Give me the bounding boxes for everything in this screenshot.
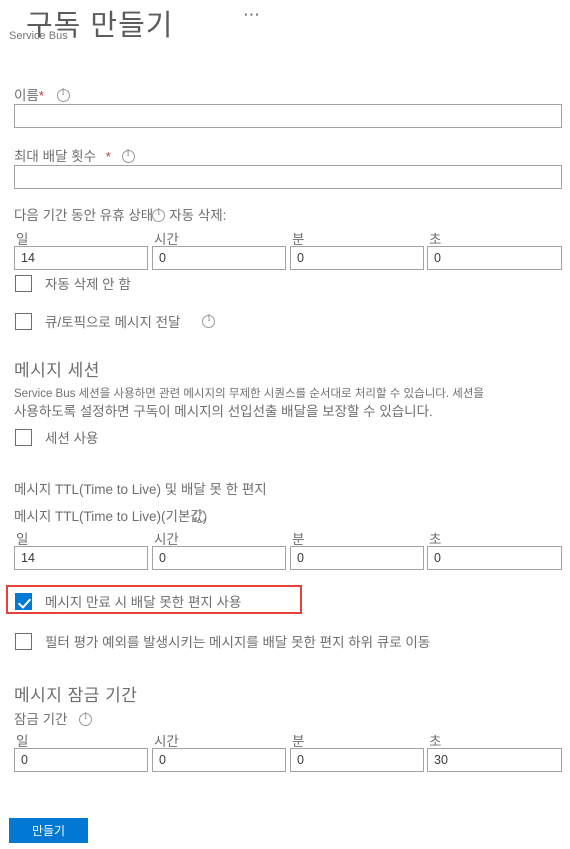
info-icon[interactable]	[152, 207, 166, 222]
lock-hours-input[interactable]	[152, 748, 286, 772]
page-subtitle: Service Bus	[9, 30, 68, 42]
dead-letter-filter-checkbox-row[interactable]: 필터 평가 예외를 발생시키는 메시지를 배달 못한 편지 하위 큐로 이동	[15, 631, 430, 651]
message-ttl-sub-label: 메시지 TTL(Time to Live)(기본값)	[14, 505, 208, 525]
lock-col-minute-label: 분	[292, 734, 305, 749]
auto-delete-col-day-label: 일	[16, 232, 29, 247]
max-delivery-count-input[interactable]	[14, 165, 562, 189]
auto-delete-col-second-label: 초	[429, 232, 442, 247]
auto-delete-days-input[interactable]	[14, 246, 148, 270]
ttl-seconds-input[interactable]	[427, 546, 562, 570]
max-delivery-count-label: 최대 배달 횟수 *	[14, 145, 135, 165]
message-ttl-sub-label-text: 메시지 TTL(Time to Live)(기본값)	[14, 509, 208, 524]
never-auto-delete-checkbox[interactable]	[15, 274, 32, 292]
forward-messages-checkbox[interactable]	[15, 312, 32, 330]
max-delivery-required-star: *	[105, 149, 111, 164]
message-sessions-description: Service Bus 세션을 사용하면 관련 메시지의 무제한 시퀀스를 순서…	[14, 386, 549, 422]
message-sessions-heading: 메시지 세션	[14, 361, 100, 380]
dead-letter-expiration-checkbox-row[interactable]: 메시지 만료 시 배달 못한 편지 사용	[15, 591, 241, 611]
ttl-col-second-label: 초	[429, 532, 442, 547]
auto-delete-seconds-input[interactable]	[427, 246, 562, 270]
ttl-col-day-label: 일	[16, 532, 29, 547]
lock-col-second-label: 초	[429, 734, 442, 749]
dead-letter-expiration-checkbox[interactable]	[15, 592, 32, 610]
dead-letter-filter-checkbox[interactable]	[15, 632, 32, 650]
page-header: 구독 만들기 Service Bus ⋯	[0, 0, 570, 62]
message-sessions-description-line1: Service Bus 세션을 사용하면 관련 메시지의 무제한 시퀀스를 순서…	[14, 388, 484, 400]
lock-col-day-label: 일	[16, 734, 29, 749]
never-auto-delete-checkbox-row[interactable]: 자동 삭제 안 함	[15, 273, 131, 293]
ttl-col-hour-label: 시간	[154, 532, 179, 547]
max-delivery-count-label-text: 최대 배달 횟수	[14, 149, 97, 164]
more-options-icon[interactable]: ⋯	[243, 6, 261, 23]
auto-delete-col-hour-label: 시간	[154, 232, 179, 247]
name-required-star: *	[38, 88, 44, 103]
lock-seconds-input[interactable]	[427, 748, 562, 772]
never-auto-delete-label: 자동 삭제 안 함	[45, 277, 131, 292]
auto-delete-idle-label-suffix: 자동 삭제:	[169, 208, 227, 223]
enable-sessions-checkbox-row[interactable]: 세션 사용	[15, 427, 98, 447]
lock-col-hour-label: 시간	[154, 734, 179, 749]
dead-letter-expiration-label: 메시지 만료 시 배달 못한 편지 사용	[45, 595, 242, 610]
ttl-days-input[interactable]	[14, 546, 148, 570]
message-sessions-description-line2: 사용하도록 설정하면 구독이 메시지의 선입선출 배달을 보장할 수 있습니다.	[14, 404, 433, 419]
ttl-minutes-input[interactable]	[290, 546, 424, 570]
message-lock-heading: 메시지 잠금 기간	[14, 686, 138, 705]
info-icon[interactable]	[121, 148, 135, 163]
auto-delete-col-minute-label: 분	[292, 232, 305, 247]
info-icon[interactable]	[79, 711, 93, 726]
ttl-hours-input[interactable]	[152, 546, 286, 570]
ttl-col-minute-label: 분	[292, 532, 305, 547]
create-button[interactable]: 만들기	[9, 818, 88, 843]
info-icon[interactable]	[202, 313, 216, 328]
enable-sessions-label: 세션 사용	[45, 431, 99, 446]
message-lock-sub-label-text: 잠금 기간	[14, 712, 68, 727]
enable-sessions-checkbox[interactable]	[15, 428, 32, 446]
message-ttl-heading: 메시지 TTL(Time to Live) 및 배달 못 한 편지	[14, 482, 267, 497]
lock-minutes-input[interactable]	[290, 748, 424, 772]
auto-delete-minutes-input[interactable]	[290, 246, 424, 270]
name-input[interactable]	[14, 104, 562, 128]
auto-delete-idle-label: 다음 기간 동안 유휴 상태 자동 삭제:	[14, 204, 226, 224]
forward-messages-label: 큐/토픽으로 메시지 전달	[45, 315, 181, 330]
lock-days-input[interactable]	[14, 748, 148, 772]
name-label-text: 이름	[14, 88, 39, 103]
create-subscription-page: 구독 만들기 Service Bus ⋯ 이름* 최대 배달 횟수 * 다음 기…	[0, 0, 570, 849]
info-icon[interactable]	[56, 87, 70, 102]
auto-delete-hours-input[interactable]	[152, 246, 286, 270]
message-lock-sub-label: 잠금 기간	[14, 708, 93, 728]
forward-messages-checkbox-row[interactable]: 큐/토픽으로 메시지 전달	[15, 311, 216, 331]
dead-letter-filter-label: 필터 평가 예외를 발생시키는 메시지를 배달 못한 편지 하위 큐로 이동	[45, 635, 431, 650]
name-label: 이름*	[14, 84, 70, 104]
auto-delete-idle-label-prefix: 다음 기간 동안 유휴 상태	[14, 208, 154, 223]
